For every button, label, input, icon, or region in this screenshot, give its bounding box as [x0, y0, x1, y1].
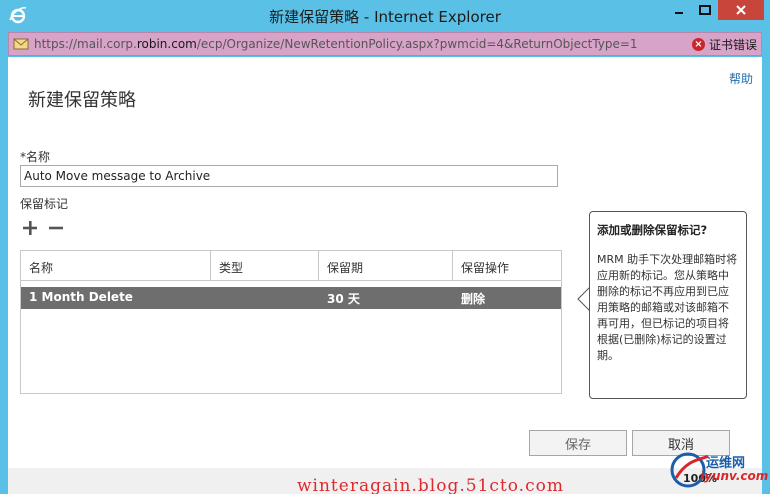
- address-bar[interactable]: https://mail.corp.robin.com/ecp/Organize…: [8, 32, 762, 56]
- column-header-name[interactable]: 名称: [21, 251, 211, 280]
- window-controls: [666, 0, 764, 20]
- logo-url: iyunv.com: [700, 469, 769, 483]
- column-header-action[interactable]: 保留操作: [453, 251, 561, 280]
- url-text: https://mail.corp.robin.com/ecp/Organize…: [34, 37, 638, 51]
- help-link[interactable]: 帮助: [729, 70, 753, 87]
- cell-action: 删除: [461, 292, 486, 306]
- column-header-type[interactable]: 类型: [211, 251, 319, 280]
- error-icon: ×: [691, 38, 705, 51]
- grid-header: 名称 类型 保留期 保留操作: [21, 251, 561, 281]
- retention-tags-label: 保留标记: [20, 197, 69, 211]
- window-title: 新建保留策略 - Internet Explorer: [269, 8, 501, 26]
- name-input[interactable]: [20, 165, 558, 187]
- cell-period: 30 天: [327, 292, 360, 306]
- table-row[interactable]: 1 Month Delete 30 天 删除: [21, 287, 561, 309]
- column-header-period[interactable]: 保留期: [319, 251, 453, 280]
- cell-name: 1 Month Delete: [29, 290, 133, 304]
- close-button[interactable]: [718, 0, 764, 20]
- save-button[interactable]: 保存: [529, 430, 627, 456]
- envelope-icon: [13, 38, 29, 50]
- close-icon: [736, 5, 746, 15]
- cell-type: [211, 287, 319, 309]
- help-tooltip: 添加或删除保留标记? MRM 助手下次处理邮箱时将应用新的标记。您从策略中删除的…: [589, 211, 747, 399]
- certificate-error[interactable]: × 证书错误: [691, 36, 757, 53]
- tooltip-body: MRM 助手下次处理邮箱时将应用新的标记。您从策略中删除的标记不再应用到已应用策…: [597, 253, 738, 362]
- minimize-icon: [675, 12, 683, 14]
- tooltip-title: 添加或删除保留标记?: [597, 223, 708, 237]
- remove-icon[interactable]: [48, 220, 64, 236]
- retention-tags-grid: 名称 类型 保留期 保留操作 1 Month Delete 30 天 删除: [20, 250, 562, 394]
- watermark: winteragain.blog.51cto.com: [297, 476, 564, 494]
- dialog-content: 帮助 新建保留策略 *名称 保留标记 名称 类型 保留期 保留操作 1 Mont…: [8, 57, 762, 494]
- add-icon[interactable]: [22, 220, 38, 236]
- page-title: 新建保留策略: [28, 90, 136, 111]
- name-label: *名称: [20, 150, 51, 164]
- title-bar: 新建保留策略 - Internet Explorer: [0, 0, 770, 32]
- certificate-error-label: 证书错误: [708, 38, 757, 52]
- maximize-button[interactable]: [692, 0, 718, 20]
- minimize-button[interactable]: [666, 0, 692, 20]
- maximize-icon: [699, 5, 711, 15]
